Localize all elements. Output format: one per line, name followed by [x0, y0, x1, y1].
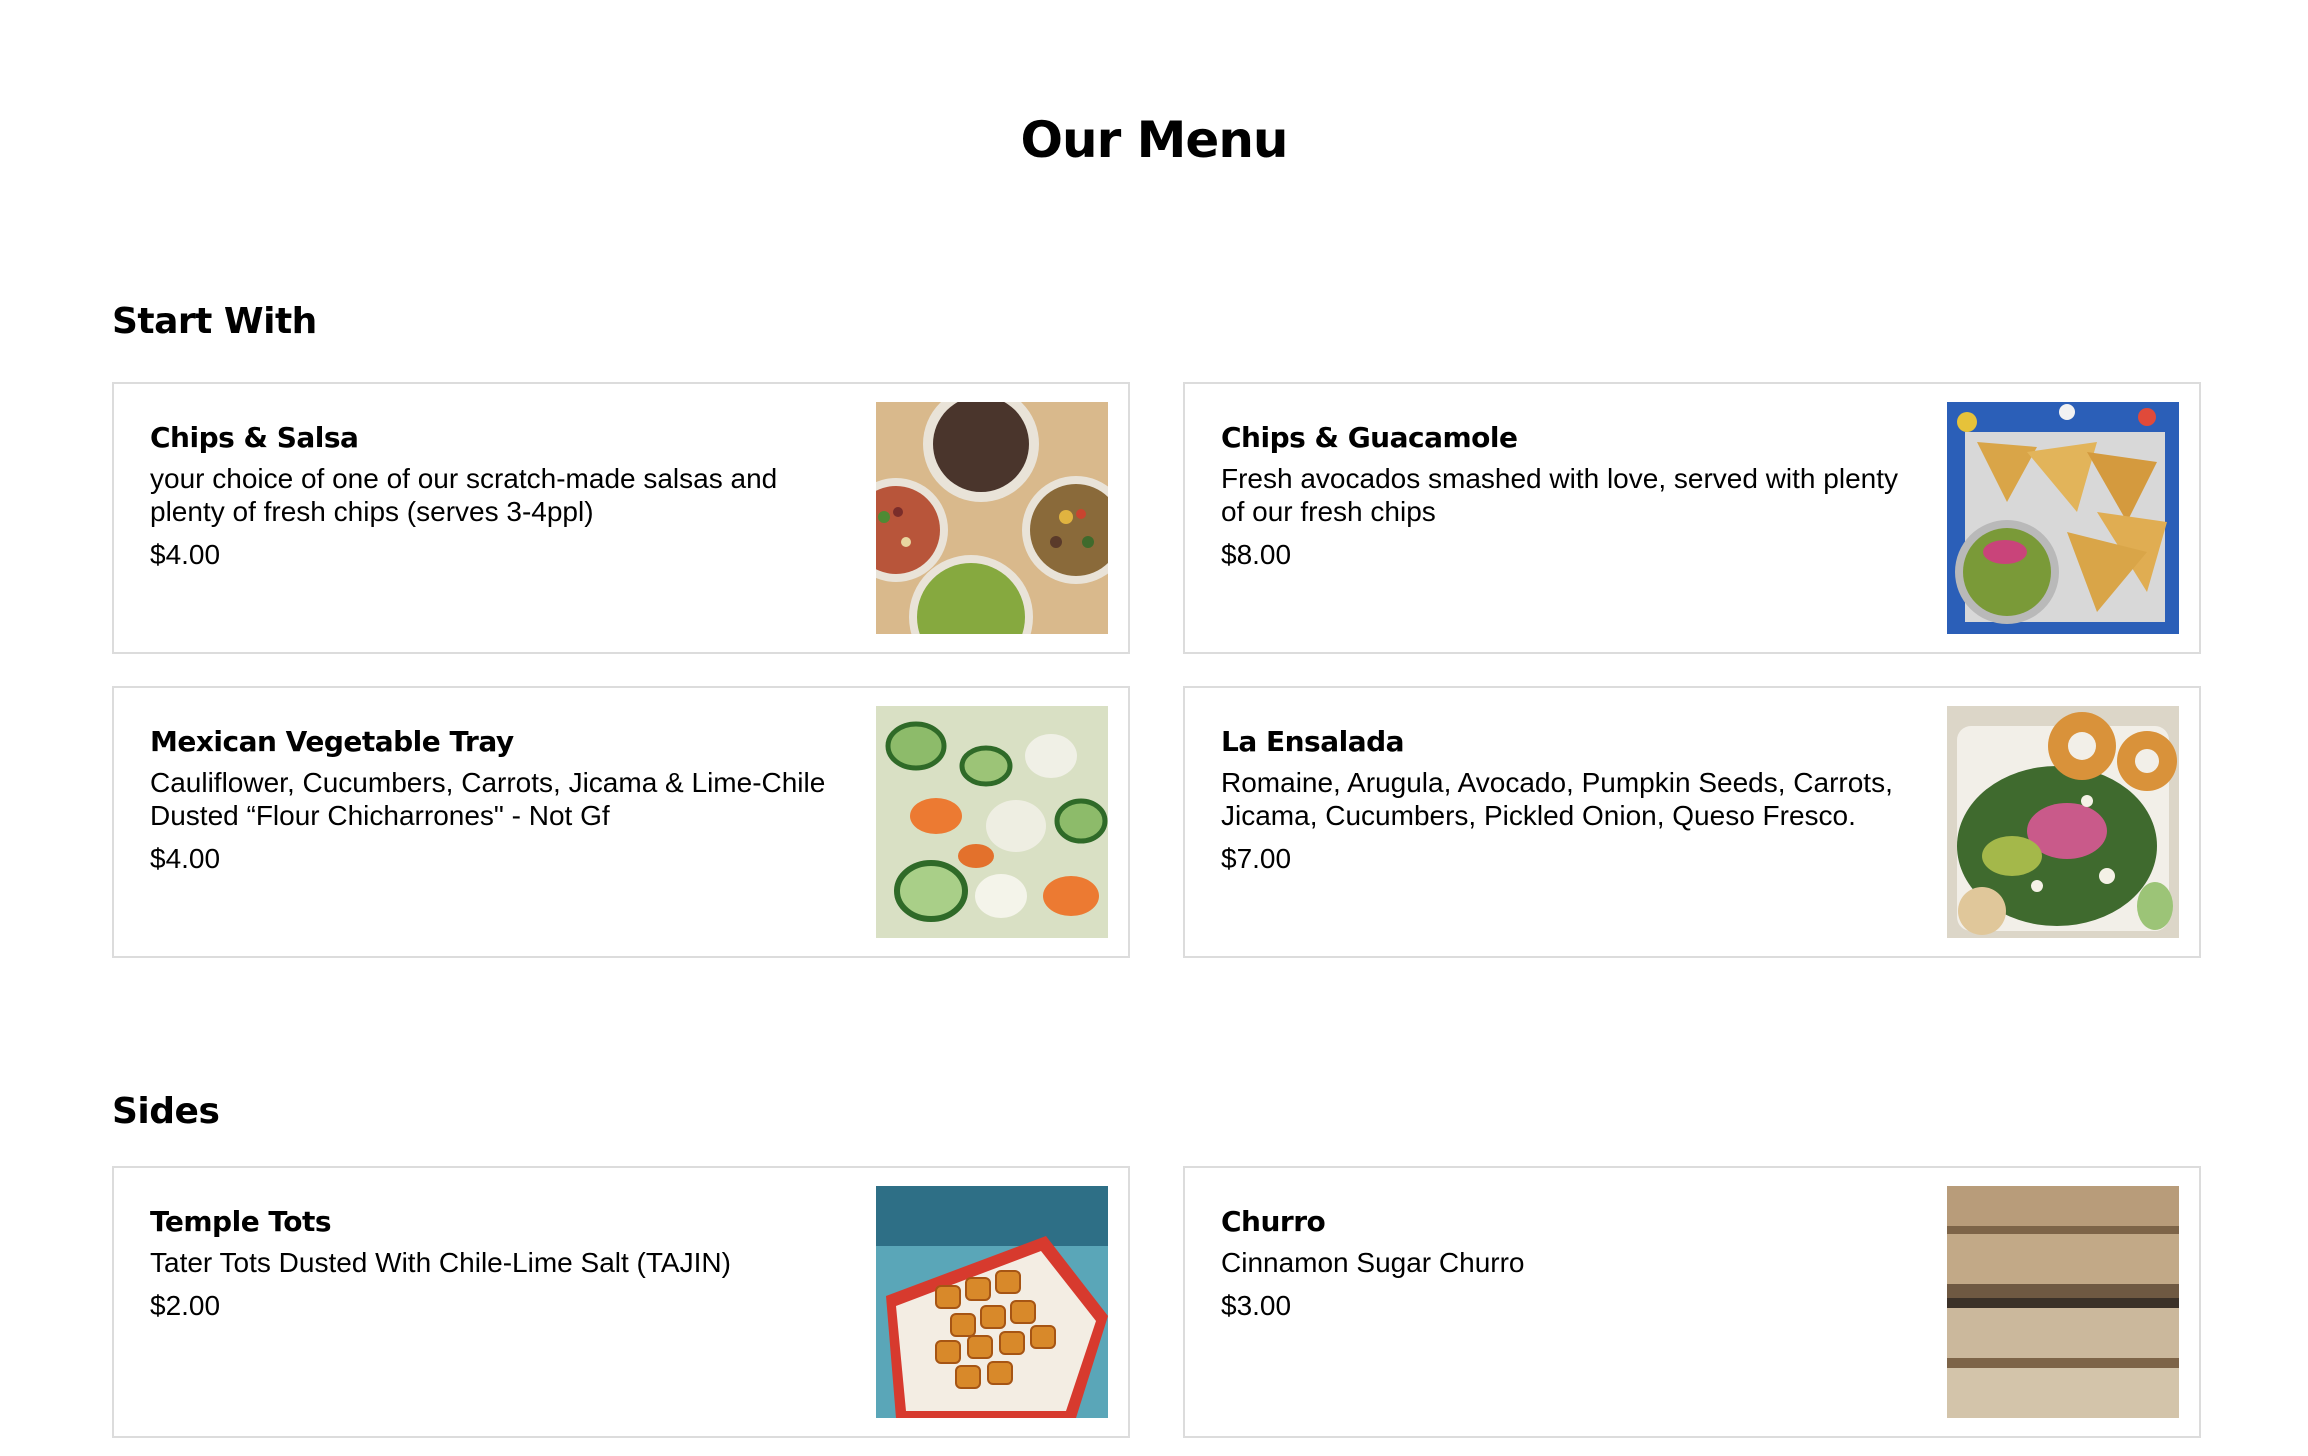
vegetable-tray-photo	[876, 706, 1108, 938]
menu-item-price: $2.00	[150, 1290, 221, 1321]
menu-item-name: Chips & Guacamole	[1221, 421, 1518, 454]
churro-photo	[1947, 1186, 2179, 1418]
menu-item-card[interactable]: Chips & Salsa your choice of one of our …	[112, 382, 1130, 654]
menu-item-price: $3.00	[1221, 1290, 1292, 1321]
salsa-bowls-photo	[876, 402, 1108, 634]
menu-item-text: Churro Cinnamon Sugar Churro $3.00	[1221, 1204, 1921, 1322]
menu-item-description: Tater Tots Dusted With Chile-Lime Salt (…	[150, 1247, 731, 1278]
menu-item-text: Chips & Guacamole Fresh avocados smashed…	[1221, 420, 1921, 571]
salad-photo	[1947, 706, 2179, 938]
menu-item-price: $4.00	[150, 843, 221, 874]
menu-item-text: Mexican Vegetable Tray Cauliflower, Cucu…	[150, 724, 850, 875]
menu-item-description: Romaine, Arugula, Avocado, Pumpkin Seeds…	[1221, 767, 1893, 831]
menu-item-card[interactable]: Temple Tots Tater Tots Dusted With Chile…	[112, 1166, 1130, 1438]
menu-item-description: Cinnamon Sugar Churro	[1221, 1247, 1525, 1278]
menu-item-card[interactable]: Chips & Guacamole Fresh avocados smashed…	[1183, 382, 2201, 654]
menu-item-card[interactable]: Mexican Vegetable Tray Cauliflower, Cucu…	[112, 686, 1130, 958]
menu-item-name: Mexican Vegetable Tray	[150, 725, 514, 758]
menu-item-name: Temple Tots	[150, 1205, 332, 1238]
page-title: Our Menu	[1020, 111, 1288, 169]
chips-guacamole-photo	[1947, 402, 2179, 634]
menu-item-price: $7.00	[1221, 843, 1292, 874]
section-title-start-with: Start With	[112, 301, 317, 342]
menu-item-price: $8.00	[1221, 539, 1292, 570]
menu-item-text: La Ensalada Romaine, Arugula, Avocado, P…	[1221, 724, 1921, 875]
menu-item-card[interactable]: La Ensalada Romaine, Arugula, Avocado, P…	[1183, 686, 2201, 958]
menu-item-text: Chips & Salsa your choice of one of our …	[150, 420, 850, 571]
section-title-sides: Sides	[112, 1091, 220, 1132]
tater-tots-photo	[876, 1186, 1108, 1418]
menu-item-card[interactable]: Churro Cinnamon Sugar Churro $3.00	[1183, 1166, 2201, 1438]
menu-item-description: your choice of one of our scratch-made s…	[150, 463, 778, 527]
menu-item-description: Cauliflower, Cucumbers, Carrots, Jicama …	[150, 767, 826, 831]
menu-item-text: Temple Tots Tater Tots Dusted With Chile…	[150, 1204, 850, 1322]
menu-item-description: Fresh avocados smashed with love, served…	[1221, 463, 1898, 527]
menu-item-name: Churro	[1221, 1205, 1326, 1238]
menu-item-price: $4.00	[150, 539, 221, 570]
menu-item-name: Chips & Salsa	[150, 421, 359, 454]
menu-item-name: La Ensalada	[1221, 725, 1405, 758]
